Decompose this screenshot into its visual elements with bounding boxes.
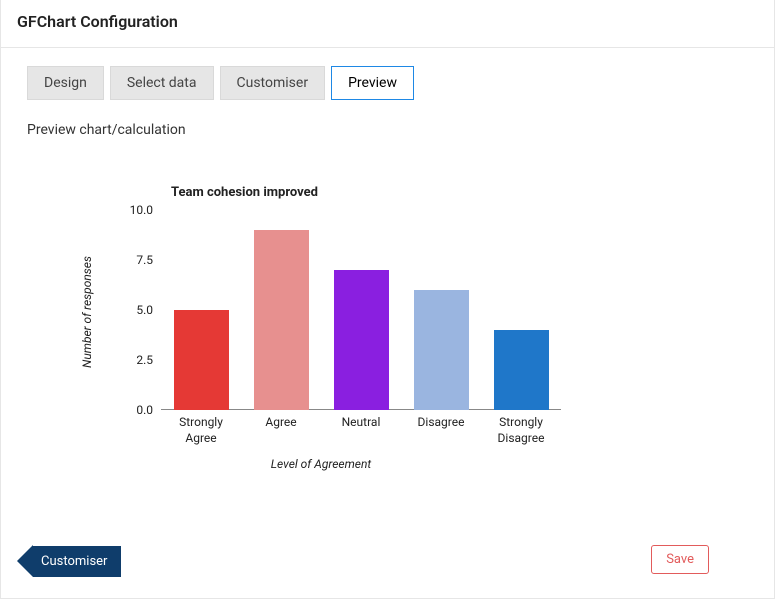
chart-xtick: Disagree: [401, 415, 481, 446]
chart-xticks: StronglyAgreeAgreeNeutralDisagreeStrongl…: [161, 415, 561, 446]
chart-bar-slot: [241, 210, 321, 410]
back-button[interactable]: Customiser: [17, 545, 121, 577]
config-panel: GFChart Configuration Design Select data…: [0, 0, 775, 599]
chart-yaxis: 0.02.55.07.510.0: [116, 210, 161, 410]
tab-bar: Design Select data Customiser Preview: [1, 48, 774, 100]
chart-bar-slot: [321, 210, 401, 410]
section-subtitle: Preview chart/calculation: [1, 100, 774, 138]
chart-xlabel: Level of Agreement: [61, 457, 581, 471]
chart-bar: [414, 290, 469, 410]
chart-bar: [254, 230, 309, 410]
chart-ylabel: Number of responses: [80, 256, 94, 368]
chart-xtick: StronglyDisagree: [481, 415, 561, 446]
chart-xtick: StronglyAgree: [161, 415, 241, 446]
tab-preview[interactable]: Preview: [331, 66, 414, 100]
chart-xtick: Neutral: [321, 415, 401, 446]
chart-bar: [334, 270, 389, 410]
chart-ytick: 7.5: [136, 253, 153, 267]
tab-select-data[interactable]: Select data: [110, 66, 214, 100]
chart-xtick: Agree: [241, 415, 321, 446]
chart-bar: [174, 310, 229, 410]
chart-plot-area: 0.02.55.07.510.0: [116, 210, 561, 410]
chart-ytick: 10.0: [130, 203, 153, 217]
chart-bars: [161, 210, 561, 410]
chart-bar: [494, 330, 549, 410]
panel-header: GFChart Configuration: [1, 0, 774, 48]
chart-title: Team cohesion improved: [171, 185, 318, 200]
tab-customiser[interactable]: Customiser: [220, 66, 326, 100]
chart-ytick: 0.0: [136, 403, 153, 417]
chart-bar-slot: [401, 210, 481, 410]
chart-preview: Team cohesion improved Number of respons…: [61, 185, 581, 485]
page-title: GFChart Configuration: [17, 12, 758, 31]
chart-bar-slot: [481, 210, 561, 410]
footer: Customiser Save: [1, 538, 774, 598]
chart-bar-slot: [161, 210, 241, 410]
back-button-label: Customiser: [33, 546, 121, 577]
chart-ytick: 2.5: [136, 353, 153, 367]
chart-ytick: 5.0: [136, 303, 153, 317]
save-button[interactable]: Save: [651, 545, 709, 574]
chevron-left-icon: [17, 545, 33, 577]
tab-design[interactable]: Design: [27, 66, 104, 100]
